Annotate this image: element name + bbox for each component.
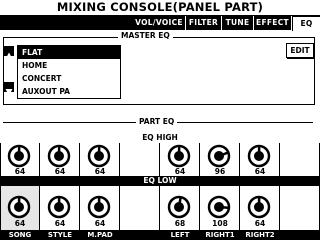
master-eq-item-flat[interactable]: FLAT [18, 46, 120, 59]
tab-bar-filler [0, 16, 133, 30]
eq-high-knob[interactable] [7, 144, 31, 168]
part-name-right1[interactable]: RIGHT1 [200, 230, 240, 240]
part-name-right2[interactable]: RIGHT2 [240, 230, 280, 240]
eq-low-label: EQ LOW [143, 176, 177, 185]
eq-high-value: 64 [174, 167, 186, 176]
eq-low-value: 64 [254, 219, 266, 228]
eq-high-value: 96 [214, 167, 226, 176]
part-eq-label: PART EQ [136, 116, 178, 128]
window-title: MIXING CONSOLE(PANEL PART) [0, 0, 320, 16]
edit-button[interactable]: EDIT [286, 43, 314, 58]
tab-vol-voice[interactable]: VOL/VOICE [133, 16, 186, 30]
eq-high-knob[interactable] [247, 144, 271, 168]
scroll-up-button[interactable] [4, 46, 14, 59]
eq-low-value: 68 [174, 219, 186, 228]
eq-low-knob[interactable] [247, 195, 271, 219]
eq-low-knob[interactable] [7, 195, 31, 219]
part-name-left[interactable]: LEFT [160, 230, 200, 240]
scroll-down-button[interactable] [4, 82, 14, 96]
tab-tune[interactable]: TUNE [222, 16, 254, 30]
eq-high-knob[interactable] [47, 144, 71, 168]
master-eq-item-home[interactable]: HOME [18, 59, 120, 72]
part-name-empty-2 [280, 230, 320, 240]
eq-low-bar: EQ LOW [0, 176, 320, 186]
master-eq-item-auxout-pa[interactable]: AUXOUT PA [18, 85, 120, 98]
tab-eq[interactable]: EQ [292, 16, 320, 31]
eq-low-knob[interactable] [207, 195, 231, 219]
part-name-style[interactable]: STYLE [40, 230, 80, 240]
eq-high-label: EQ HIGH [142, 133, 178, 142]
eq-high-value: 64 [14, 167, 26, 176]
tab-filter[interactable]: FILTER [186, 16, 222, 30]
eq-low-value: 64 [54, 219, 66, 228]
eq-low-value: 64 [14, 219, 26, 228]
part-name-mpad[interactable]: M.PAD [80, 230, 120, 240]
part-name-bar: SONG STYLE M.PAD LEFT RIGHT1 RIGHT2 [0, 230, 320, 240]
eq-high-knob[interactable] [87, 144, 111, 168]
eq-high-value: 64 [54, 167, 66, 176]
master-eq-list: FLAT HOME CONCERT AUXOUT PA [17, 45, 121, 99]
triangle-up-icon [5, 52, 13, 59]
part-name-song[interactable]: SONG [0, 230, 40, 240]
eq-high-value: 64 [94, 167, 106, 176]
eq-low-value: 108 [212, 219, 228, 228]
triangle-down-icon [5, 89, 13, 96]
eq-low-knob[interactable] [47, 195, 71, 219]
tab-bar: VOL/VOICE FILTER TUNE EFFECT EQ [0, 16, 320, 31]
eq-low-knob[interactable] [167, 195, 191, 219]
tab-effect[interactable]: EFFECT [254, 16, 292, 30]
part-name-empty-1 [120, 230, 160, 240]
eq-low-knob[interactable] [87, 195, 111, 219]
eq-high-knob[interactable] [167, 144, 191, 168]
eq-low-value: 64 [94, 219, 106, 228]
master-eq-label: MASTER EQ [118, 30, 173, 42]
eq-high-value: 64 [254, 167, 266, 176]
eq-high-knob[interactable] [207, 144, 231, 168]
part-grid-border [0, 143, 1, 230]
master-eq-item-concert[interactable]: CONCERT [18, 72, 120, 85]
mixing-console-screen: MIXING CONSOLE(PANEL PART) VOL/VOICE FIL… [0, 0, 320, 240]
